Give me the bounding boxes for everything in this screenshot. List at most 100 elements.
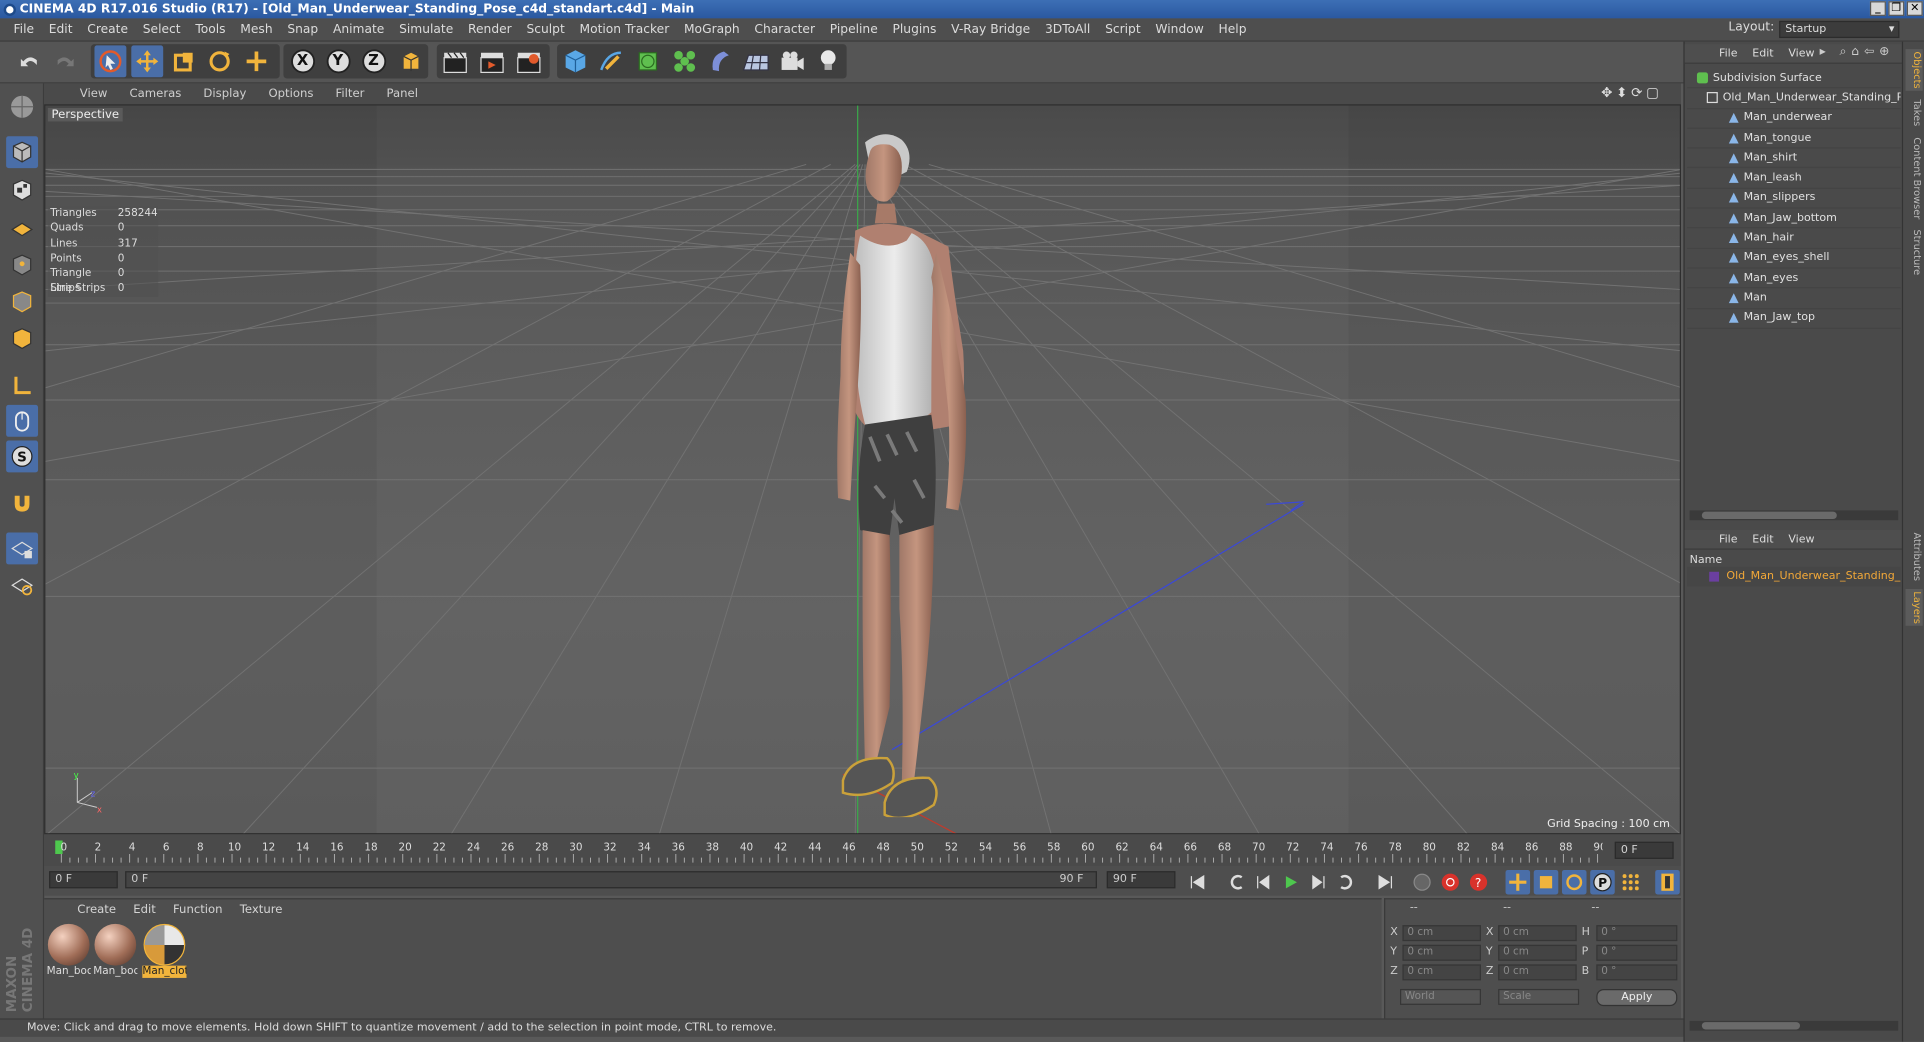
- key-pla-button[interactable]: [1618, 870, 1643, 895]
- timeline-window-button[interactable]: [1655, 869, 1680, 895]
- rotation-h-field[interactable]: 0 °: [1596, 925, 1678, 942]
- tree-item-mesh[interactable]: Man: [1687, 289, 1901, 309]
- menu-motion-tracker[interactable]: Motion Tracker: [572, 23, 676, 36]
- position-x-field[interactable]: 0 cm: [1402, 925, 1481, 942]
- z-axis-lock-button[interactable]: Z: [358, 45, 390, 77]
- objects-menu-edit[interactable]: Edit: [1745, 47, 1781, 59]
- edges-mode-button[interactable]: [6, 286, 38, 318]
- previous-frame-button[interactable]: [1252, 870, 1277, 895]
- tree-item-mesh[interactable]: Man_tongue: [1687, 129, 1901, 149]
- key-rotation-button[interactable]: [1561, 869, 1587, 895]
- size-z-field[interactable]: 0 cm: [1498, 964, 1577, 981]
- maximize-button[interactable]: ❐: [1888, 1, 1905, 16]
- magnet-button[interactable]: [6, 487, 38, 519]
- x-axis-lock-button[interactable]: X: [287, 45, 319, 77]
- scale-tool-button[interactable]: [168, 45, 200, 77]
- tab-layers[interactable]: Layers: [1905, 588, 1923, 626]
- scrollbar-thumb[interactable]: [1701, 1022, 1801, 1030]
- timeline-ruler[interactable]: 0 2 4 6 8 10 12 14 16 18 20 22 24 26 28 30 32 34 36 38 40 42 4…: [44, 834, 1681, 867]
- snap-button[interactable]: S: [6, 440, 39, 473]
- material-menu-function[interactable]: Function: [164, 903, 231, 916]
- menu-3dtoall[interactable]: 3DToAll: [1038, 23, 1098, 36]
- menu-simulate[interactable]: Simulate: [392, 23, 461, 36]
- key-parameter-button[interactable]: P: [1590, 869, 1615, 895]
- material-menu-edit[interactable]: Edit: [125, 903, 165, 916]
- menu-sculpt[interactable]: Sculpt: [519, 23, 572, 36]
- polygons-mode-button[interactable]: [6, 323, 38, 355]
- rotation-p-field[interactable]: 0 °: [1596, 944, 1678, 961]
- viewport-menu-filter[interactable]: Filter: [325, 87, 376, 100]
- menu-pipeline[interactable]: Pipeline: [822, 23, 885, 36]
- layout-dropdown[interactable]: Startup ▾: [1779, 20, 1900, 39]
- go-to-end-button[interactable]: [1373, 870, 1398, 895]
- make-editable-button[interactable]: [6, 91, 38, 123]
- floor-button[interactable]: [740, 45, 772, 77]
- render-picture-viewer-button[interactable]: [476, 45, 508, 77]
- go-to-start-button[interactable]: [1185, 870, 1210, 895]
- minimize-button[interactable]: _: [1869, 1, 1886, 16]
- record-button[interactable]: [1438, 870, 1463, 895]
- layers-menu-view[interactable]: View: [1781, 533, 1822, 545]
- tab-objects[interactable]: Objects: [1905, 49, 1923, 91]
- menu-mograph[interactable]: MoGraph: [677, 23, 747, 36]
- lock-workplane-button[interactable]: [6, 532, 39, 565]
- points-mode-button[interactable]: [6, 249, 38, 281]
- menu-file[interactable]: File: [6, 23, 41, 36]
- workplane-align-button[interactable]: [6, 569, 38, 601]
- undo-button[interactable]: [13, 45, 45, 77]
- subdivision-surface-button[interactable]: [632, 45, 664, 77]
- tree-item-mesh[interactable]: Man_shirt: [1687, 149, 1901, 169]
- cloner-button[interactable]: [669, 45, 701, 77]
- perspective-viewport[interactable]: y x z Perspective Triangles 258244 Quads…: [44, 104, 1681, 835]
- menu-character[interactable]: Character: [747, 23, 822, 36]
- redo-button[interactable]: [49, 45, 81, 77]
- tree-item-mesh[interactable]: Man_eyes: [1687, 269, 1901, 289]
- light-button[interactable]: [812, 45, 844, 77]
- viewport-menu-display[interactable]: Display: [192, 87, 257, 100]
- next-frame-button[interactable]: [1306, 870, 1331, 895]
- tab-attributes[interactable]: Attributes: [1906, 530, 1923, 584]
- layers-scrollbar[interactable]: [1689, 1020, 1899, 1031]
- tree-item-mesh[interactable]: Man_slippers: [1687, 189, 1901, 209]
- menu-animate[interactable]: Animate: [326, 23, 392, 36]
- layer-row[interactable]: Old_Man_Underwear_Standing_Pose: [1687, 566, 1901, 587]
- material-swatch-selected[interactable]: Man_clot: [142, 923, 187, 980]
- key-position-button[interactable]: [1505, 869, 1531, 895]
- menu-plugins[interactable]: Plugins: [885, 23, 944, 36]
- objects-menu-file[interactable]: File: [1712, 47, 1745, 59]
- texture-mode-button[interactable]: [6, 174, 38, 206]
- current-frame-input[interactable]: 0 F: [49, 871, 118, 889]
- move-tool-button[interactable]: [131, 45, 164, 78]
- size-y-field[interactable]: 0 cm: [1498, 944, 1577, 961]
- render-view-button[interactable]: [439, 45, 471, 77]
- key-scale-button[interactable]: [1533, 869, 1559, 895]
- frame-range-slider[interactable]: 0 F 90 F: [125, 871, 1097, 889]
- previous-key-button[interactable]: [1223, 870, 1248, 895]
- tree-item-mesh[interactable]: Man_Jaw_top: [1687, 309, 1901, 329]
- model-mode-button[interactable]: [6, 136, 39, 169]
- y-axis-lock-button[interactable]: Y: [323, 45, 355, 77]
- tree-item-mesh[interactable]: Man_hair: [1687, 229, 1901, 249]
- menu-tools[interactable]: Tools: [188, 23, 233, 36]
- live-selection-button[interactable]: [240, 45, 272, 77]
- tree-item-mesh[interactable]: Man_leash: [1687, 169, 1901, 189]
- deformer-button[interactable]: [704, 45, 736, 77]
- material-swatch[interactable]: Man_boc: [93, 923, 137, 980]
- tab-content-browser[interactable]: Content Browser: [1906, 135, 1923, 221]
- size-x-field[interactable]: 0 cm: [1498, 925, 1577, 942]
- position-y-field[interactable]: 0 cm: [1402, 944, 1481, 961]
- menu-create[interactable]: Create: [80, 23, 136, 36]
- search-home-icons[interactable]: ▸ ⌕⌂⇦⊕: [1812, 45, 1901, 58]
- tree-item-subdivision-surface[interactable]: Subdivision Surface: [1687, 69, 1901, 89]
- tree-item-mesh[interactable]: Man_Jaw_bottom: [1687, 209, 1901, 229]
- menu-edit[interactable]: Edit: [41, 23, 79, 36]
- autokey-button[interactable]: ?: [1466, 870, 1491, 895]
- cube-button[interactable]: [560, 45, 592, 77]
- menu-vray-bridge[interactable]: V-Ray Bridge: [944, 23, 1038, 36]
- material-swatch[interactable]: Man_boc: [47, 923, 91, 980]
- render-settings-button[interactable]: [513, 45, 545, 77]
- menu-script[interactable]: Script: [1098, 23, 1148, 36]
- viewport-navigation-icon[interactable]: ✥⬍⟳▢: [1590, 85, 1673, 101]
- tab-structure[interactable]: Structure: [1906, 226, 1923, 280]
- material-menu-texture[interactable]: Texture: [231, 903, 291, 916]
